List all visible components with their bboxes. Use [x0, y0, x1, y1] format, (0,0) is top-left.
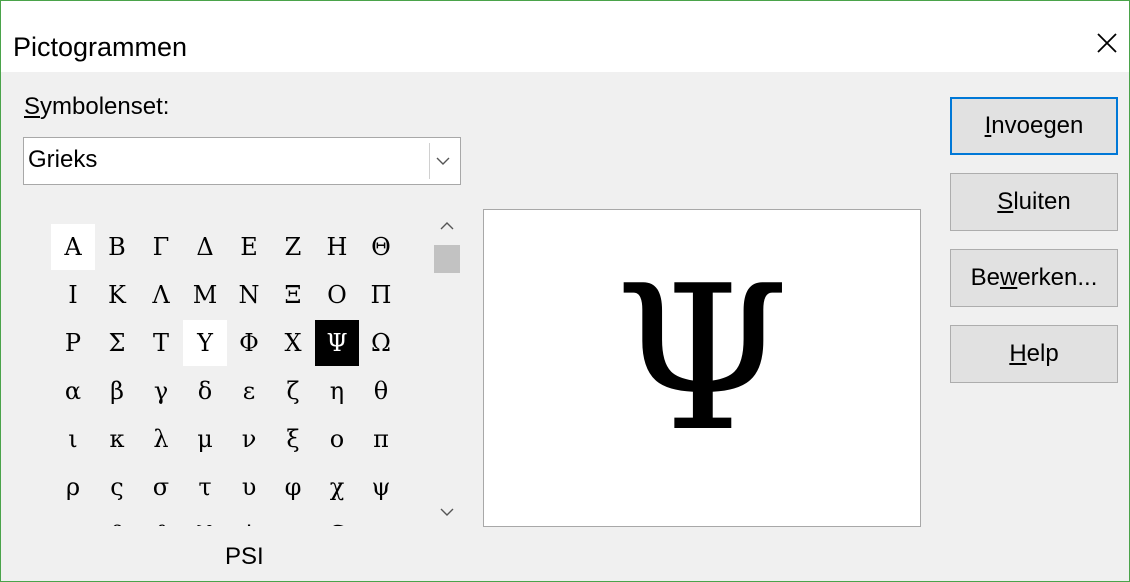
symbol-cell[interactable]: ν	[227, 416, 271, 462]
help-button[interactable]: Help	[950, 325, 1118, 383]
symbol-cell[interactable]: σ	[139, 464, 183, 510]
symbol-cell[interactable]: γ	[139, 368, 183, 414]
symbol-cell[interactable]: Π	[359, 272, 403, 318]
symbol-cell[interactable]: λ	[139, 416, 183, 462]
symbol-cell[interactable]: Δ	[183, 224, 227, 270]
symbol-cell[interactable]: Ψ	[315, 320, 359, 366]
insert-button[interactable]: Invoegen	[950, 97, 1118, 155]
symbolset-dropdown[interactable]: Grieks	[23, 137, 461, 185]
symbol-cell[interactable]: Ζ	[271, 224, 315, 270]
symbolset-label-mnemonic: S	[24, 93, 41, 120]
insert-label: nvoegen	[991, 112, 1084, 139]
symbol-cell[interactable]: δ	[183, 368, 227, 414]
symbol-cell[interactable]: Υ	[183, 320, 227, 366]
scrollbar-thumb[interactable]	[434, 245, 460, 273]
symbol-grid: ΑΒΓΔΕΖΗΘ ΙΚΛΜΝΞΟΠ ΡΣΤΥΦΧΨΩαβγδεζηθ ικλμνξοπ…	[51, 224, 431, 526]
symbol-cell[interactable]: Λ	[139, 272, 183, 318]
symbol-cell[interactable]: ϕ	[227, 512, 271, 526]
scroll-up-icon[interactable]	[432, 211, 462, 241]
symbol-cell[interactable]: ι	[51, 416, 95, 462]
edit-label: erken...	[1017, 264, 1098, 291]
symbol-cell[interactable]: φ	[271, 464, 315, 510]
help-mnemonic: H	[1009, 340, 1027, 367]
symbol-cell[interactable]: β	[95, 368, 139, 414]
symbol-cell[interactable]: Κ	[95, 272, 139, 318]
symbol-cell[interactable]: ω	[51, 512, 95, 526]
symbol-cell[interactable]: Ω	[359, 320, 403, 366]
symbol-cell[interactable]: Ξ	[271, 272, 315, 318]
symbol-cell[interactable]: η	[315, 368, 359, 414]
symbol-cell[interactable]: Χ	[271, 320, 315, 366]
symbol-cell[interactable]: Γ	[139, 224, 183, 270]
symbolset-label: Symbolenset:	[24, 93, 169, 121]
preview-glyph: Ψ	[614, 243, 790, 476]
grid-scrollbar[interactable]	[432, 211, 462, 527]
scroll-down-icon[interactable]	[432, 497, 462, 527]
dialog-title: Pictogrammen	[13, 32, 188, 62]
character-name: PSI	[225, 543, 264, 570]
symbol-cell[interactable]: π	[359, 416, 403, 462]
symbol-cell[interactable]: Τ	[139, 320, 183, 366]
symbol-cell[interactable]: θ	[359, 368, 403, 414]
symbol-cell[interactable]: Β	[95, 224, 139, 270]
symbol-cell[interactable]: α	[51, 368, 95, 414]
symbol-preview: Ψ	[483, 209, 921, 527]
symbol-cell[interactable]: Θ	[359, 224, 403, 270]
help-label: elp	[1026, 340, 1059, 367]
symbol-cell[interactable]: υ	[227, 464, 271, 510]
symbol-cell[interactable]: Ε	[227, 224, 271, 270]
symbol-cell[interactable]: μ	[183, 416, 227, 462]
symbols-dialog: Pictogrammen Symbolenset: Grieks ΑΒΓΔΕΖΗ…	[0, 0, 1130, 582]
close-label: luiten	[1013, 188, 1071, 215]
symbol-cell[interactable]: Ρ	[51, 320, 95, 366]
edit-label-pre: Be	[970, 264, 1000, 291]
symbol-cell[interactable]: ο	[315, 416, 359, 462]
insert-mnemonic: I	[984, 112, 992, 139]
symbolset-value: Grieks	[28, 146, 98, 173]
symbol-cell[interactable]: Σ	[95, 320, 139, 366]
chevron-down-icon[interactable]	[429, 143, 456, 179]
symbol-cell[interactable]: ρ	[51, 464, 95, 510]
symbol-cell[interactable]: ς	[95, 464, 139, 510]
symbol-cell[interactable]: Η	[315, 224, 359, 270]
symbol-cell[interactable]: χ	[315, 464, 359, 510]
symbol-cell[interactable]: Ϛ	[315, 512, 359, 526]
symbol-cell[interactable]: Ν	[227, 272, 271, 318]
symbol-cell[interactable]: Μ	[183, 272, 227, 318]
symbol-cell[interactable]: Ο	[315, 272, 359, 318]
symbol-cell[interactable]: ϖ	[271, 512, 315, 526]
symbol-cell[interactable]: Φ	[227, 320, 271, 366]
edit-button[interactable]: Be w erken...	[950, 249, 1118, 307]
symbol-cell[interactable]: Ι	[51, 272, 95, 318]
symbol-cell[interactable]: ϑ	[139, 512, 183, 526]
symbol-cell[interactable]: ξ	[271, 416, 315, 462]
symbol-cell[interactable]: κ	[95, 416, 139, 462]
edit-mnemonic: w	[999, 264, 1018, 291]
symbol-cell[interactable]: ε	[227, 368, 271, 414]
close-mnemonic: S	[997, 188, 1014, 215]
symbol-cell[interactable]: ϐ	[95, 512, 139, 526]
symbol-cell[interactable]: ϒ	[183, 512, 227, 526]
symbolset-label-text: ymbolenset:	[40, 93, 170, 120]
symbol-cell[interactable]: ϛ	[359, 512, 403, 526]
symbol-cell[interactable]: Α	[51, 224, 95, 270]
close-icon[interactable]	[1087, 23, 1127, 63]
symbol-cell[interactable]: ψ	[359, 464, 403, 510]
title-bar: Pictogrammen	[1, 1, 1129, 72]
symbol-cell[interactable]: ζ	[271, 368, 315, 414]
close-button[interactable]: Sluiten	[950, 173, 1118, 231]
symbol-cell[interactable]: τ	[183, 464, 227, 510]
